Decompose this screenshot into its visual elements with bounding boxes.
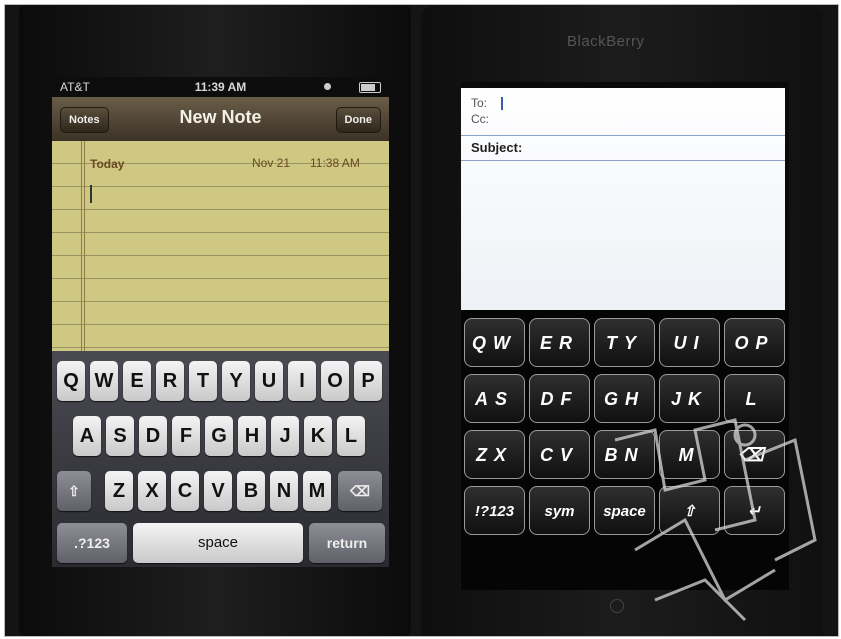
key-sym[interactable]: sym <box>529 486 590 535</box>
key-o[interactable]: O <box>321 361 349 401</box>
key-j[interactable]: J <box>271 416 299 456</box>
note-date-label: Today <box>90 157 125 171</box>
numbers-key[interactable]: .?123 <box>57 523 127 563</box>
note-date: Nov 21 <box>252 156 291 170</box>
key-l[interactable]: L <box>337 416 365 456</box>
key-123[interactable]: !?123 <box>464 486 525 535</box>
notes-navbar: Notes New Note Done <box>52 97 389 142</box>
key-q[interactable]: Q <box>57 361 85 401</box>
key-f[interactable]: F <box>172 416 200 456</box>
key-op[interactable]: OP <box>724 318 785 367</box>
key-h[interactable]: H <box>238 416 266 456</box>
key-i[interactable]: I <box>288 361 316 401</box>
key-p[interactable]: P <box>354 361 382 401</box>
watermark-logo <box>614 418 817 622</box>
key-a[interactable]: A <box>73 416 101 456</box>
key-b[interactable]: B <box>237 471 265 511</box>
iphone-status-bar: AT&T 11:39 AM <box>52 77 389 97</box>
key-r[interactable]: R <box>156 361 184 401</box>
lock-icon <box>324 83 331 90</box>
key-as[interactable]: AS <box>464 374 525 423</box>
blackberry-logo: BlackBerry <box>567 33 645 50</box>
key-k[interactable]: K <box>304 416 332 456</box>
iphone-keyboard: Q W E R T Y U I O P A S D F G H J K L ⇧ Z X C V B N M ⌫ .?123 space re… <box>52 351 389 567</box>
divider <box>461 160 785 161</box>
key-t[interactable]: T <box>189 361 217 401</box>
key-df[interactable]: DF <box>529 374 590 423</box>
key-cv[interactable]: CV <box>529 430 590 479</box>
margin-line <box>81 141 82 351</box>
to-field-cursor[interactable] <box>501 97 503 110</box>
key-e[interactable]: E <box>123 361 151 401</box>
key-zx[interactable]: ZX <box>464 430 525 479</box>
to-label: To: <box>471 96 488 110</box>
key-z[interactable]: Z <box>105 471 133 511</box>
key-c[interactable]: C <box>171 471 199 511</box>
space-key[interactable]: space <box>133 523 303 563</box>
subject-label[interactable]: Subject: <box>471 140 522 155</box>
status-time: 11:39 AM <box>194 80 247 94</box>
margin-line <box>84 141 85 351</box>
text-cursor <box>90 185 92 203</box>
key-qw[interactable]: QW <box>464 318 525 367</box>
key-u[interactable]: U <box>255 361 283 401</box>
cc-label[interactable]: Cc: <box>471 112 489 126</box>
key-g[interactable]: G <box>205 416 233 456</box>
key-ui[interactable]: UI <box>659 318 720 367</box>
note-time: 11:38 AM <box>310 156 360 170</box>
note-paper[interactable]: Today Nov 21 11:38 AM <box>52 141 389 351</box>
key-d[interactable]: D <box>139 416 167 456</box>
key-s[interactable]: S <box>106 416 134 456</box>
key-v[interactable]: V <box>204 471 232 511</box>
key-n[interactable]: N <box>270 471 298 511</box>
iphone-device: AT&T 11:39 AM Notes New Note Done Today … <box>19 5 411 636</box>
shift-icon[interactable]: ⇧ <box>57 471 91 511</box>
key-ty[interactable]: TY <box>594 318 655 367</box>
photo-frame: AT&T 11:39 AM Notes New Note Done Today … <box>4 4 839 637</box>
battery-icon <box>359 82 381 93</box>
key-w[interactable]: W <box>90 361 118 401</box>
return-key[interactable]: return <box>309 523 385 563</box>
iphone-screen: AT&T 11:39 AM Notes New Note Done Today … <box>52 77 389 567</box>
backspace-icon[interactable]: ⌫ <box>338 471 382 511</box>
key-y[interactable]: Y <box>222 361 250 401</box>
key-x[interactable]: X <box>138 471 166 511</box>
key-m[interactable]: M <box>303 471 331 511</box>
email-compose: To: Cc: Subject: <box>461 88 785 310</box>
divider <box>461 135 785 136</box>
key-er[interactable]: ER <box>529 318 590 367</box>
done-button[interactable]: Done <box>335 107 381 133</box>
